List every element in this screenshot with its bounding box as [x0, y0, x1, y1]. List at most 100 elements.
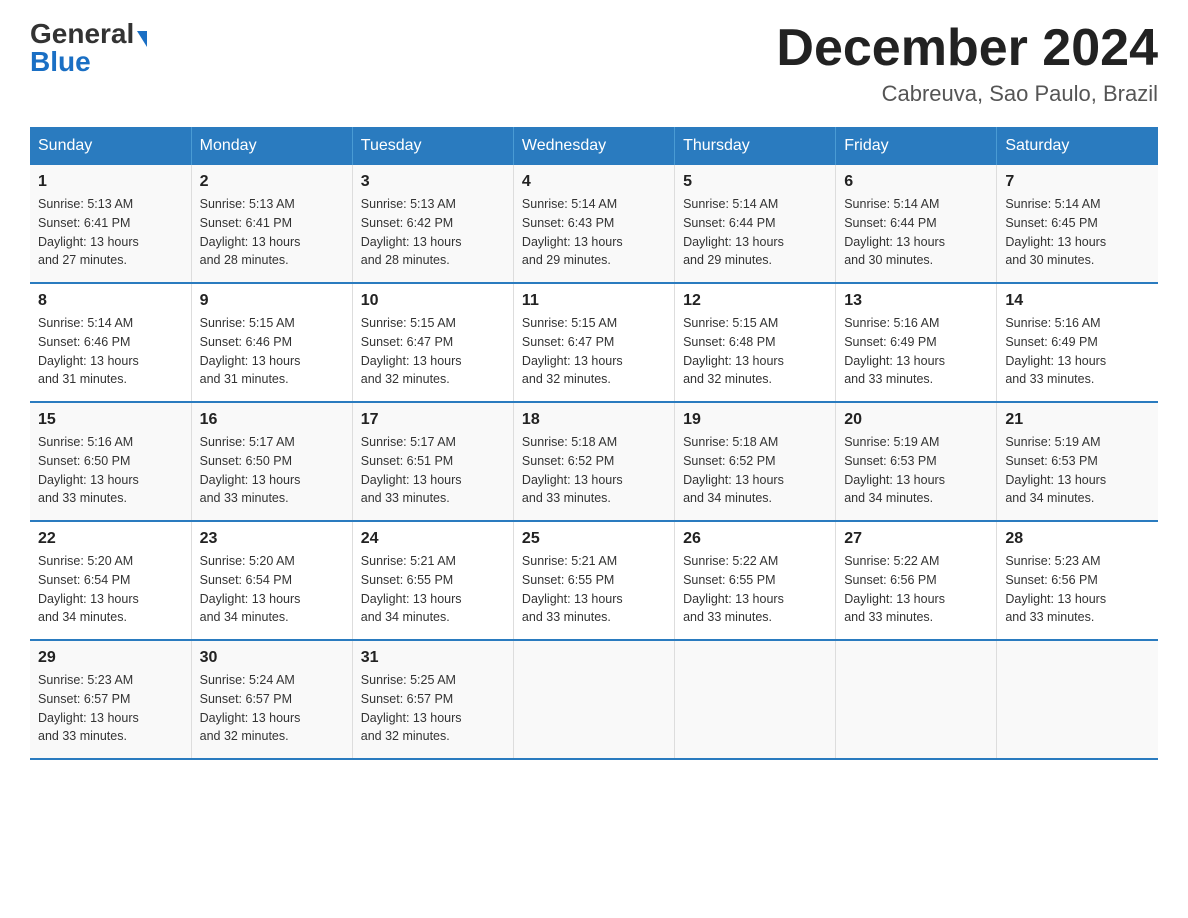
- header-saturday: Saturday: [997, 127, 1158, 165]
- calendar-week-row: 8 Sunrise: 5:14 AM Sunset: 6:46 PM Dayli…: [30, 283, 1158, 402]
- weekday-header-row: Sunday Monday Tuesday Wednesday Thursday…: [30, 127, 1158, 165]
- calendar-cell: 25 Sunrise: 5:21 AM Sunset: 6:55 PM Dayl…: [513, 521, 674, 640]
- day-info: Sunrise: 5:13 AM Sunset: 6:41 PM Dayligh…: [38, 195, 183, 270]
- logo-general-text: General: [30, 18, 134, 49]
- header-monday: Monday: [191, 127, 352, 165]
- day-info: Sunrise: 5:13 AM Sunset: 6:41 PM Dayligh…: [200, 195, 344, 270]
- calendar-cell: 9 Sunrise: 5:15 AM Sunset: 6:46 PM Dayli…: [191, 283, 352, 402]
- day-info: Sunrise: 5:20 AM Sunset: 6:54 PM Dayligh…: [38, 552, 183, 627]
- calendar-cell: 31 Sunrise: 5:25 AM Sunset: 6:57 PM Dayl…: [352, 640, 513, 759]
- logo-blue-text: Blue: [30, 46, 91, 77]
- header-tuesday: Tuesday: [352, 127, 513, 165]
- calendar-cell: 3 Sunrise: 5:13 AM Sunset: 6:42 PM Dayli…: [352, 165, 513, 283]
- day-number: 1: [38, 173, 183, 191]
- calendar-cell: 18 Sunrise: 5:18 AM Sunset: 6:52 PM Dayl…: [513, 402, 674, 521]
- logo: General Blue: [30, 20, 147, 76]
- day-number: 5: [683, 173, 827, 191]
- day-number: 12: [683, 292, 827, 310]
- calendar-cell: 10 Sunrise: 5:15 AM Sunset: 6:47 PM Dayl…: [352, 283, 513, 402]
- day-number: 16: [200, 411, 344, 429]
- day-info: Sunrise: 5:13 AM Sunset: 6:42 PM Dayligh…: [361, 195, 505, 270]
- day-number: 28: [1005, 530, 1150, 548]
- calendar-cell: [836, 640, 997, 759]
- day-info: Sunrise: 5:19 AM Sunset: 6:53 PM Dayligh…: [844, 433, 988, 508]
- day-number: 22: [38, 530, 183, 548]
- day-number: 31: [361, 649, 505, 667]
- calendar-week-row: 15 Sunrise: 5:16 AM Sunset: 6:50 PM Dayl…: [30, 402, 1158, 521]
- day-info: Sunrise: 5:15 AM Sunset: 6:48 PM Dayligh…: [683, 314, 827, 389]
- day-number: 24: [361, 530, 505, 548]
- day-number: 4: [522, 173, 666, 191]
- day-info: Sunrise: 5:16 AM Sunset: 6:49 PM Dayligh…: [1005, 314, 1150, 389]
- page-header: General Blue December 2024 Cabreuva, Sao…: [30, 20, 1158, 107]
- calendar-week-row: 1 Sunrise: 5:13 AM Sunset: 6:41 PM Dayli…: [30, 165, 1158, 283]
- day-info: Sunrise: 5:24 AM Sunset: 6:57 PM Dayligh…: [200, 671, 344, 746]
- calendar-cell: 5 Sunrise: 5:14 AM Sunset: 6:44 PM Dayli…: [675, 165, 836, 283]
- day-number: 11: [522, 292, 666, 310]
- day-info: Sunrise: 5:25 AM Sunset: 6:57 PM Dayligh…: [361, 671, 505, 746]
- day-info: Sunrise: 5:17 AM Sunset: 6:50 PM Dayligh…: [200, 433, 344, 508]
- day-number: 29: [38, 649, 183, 667]
- calendar-cell: 17 Sunrise: 5:17 AM Sunset: 6:51 PM Dayl…: [352, 402, 513, 521]
- header-friday: Friday: [836, 127, 997, 165]
- day-number: 23: [200, 530, 344, 548]
- calendar-cell: 28 Sunrise: 5:23 AM Sunset: 6:56 PM Dayl…: [997, 521, 1158, 640]
- day-info: Sunrise: 5:19 AM Sunset: 6:53 PM Dayligh…: [1005, 433, 1150, 508]
- title-area: December 2024 Cabreuva, Sao Paulo, Brazi…: [776, 20, 1158, 107]
- day-info: Sunrise: 5:23 AM Sunset: 6:57 PM Dayligh…: [38, 671, 183, 746]
- calendar-cell: 20 Sunrise: 5:19 AM Sunset: 6:53 PM Dayl…: [836, 402, 997, 521]
- header-wednesday: Wednesday: [513, 127, 674, 165]
- day-info: Sunrise: 5:15 AM Sunset: 6:46 PM Dayligh…: [200, 314, 344, 389]
- logo-line2: Blue: [30, 48, 91, 76]
- day-number: 9: [200, 292, 344, 310]
- calendar-cell: 13 Sunrise: 5:16 AM Sunset: 6:49 PM Dayl…: [836, 283, 997, 402]
- calendar-cell: 1 Sunrise: 5:13 AM Sunset: 6:41 PM Dayli…: [30, 165, 191, 283]
- day-info: Sunrise: 5:21 AM Sunset: 6:55 PM Dayligh…: [361, 552, 505, 627]
- day-number: 8: [38, 292, 183, 310]
- day-number: 26: [683, 530, 827, 548]
- day-info: Sunrise: 5:18 AM Sunset: 6:52 PM Dayligh…: [522, 433, 666, 508]
- day-number: 15: [38, 411, 183, 429]
- day-number: 21: [1005, 411, 1150, 429]
- calendar-cell: 19 Sunrise: 5:18 AM Sunset: 6:52 PM Dayl…: [675, 402, 836, 521]
- day-number: 30: [200, 649, 344, 667]
- day-info: Sunrise: 5:18 AM Sunset: 6:52 PM Dayligh…: [683, 433, 827, 508]
- day-info: Sunrise: 5:14 AM Sunset: 6:44 PM Dayligh…: [683, 195, 827, 270]
- logo-line1: General: [30, 20, 147, 48]
- calendar-cell: 12 Sunrise: 5:15 AM Sunset: 6:48 PM Dayl…: [675, 283, 836, 402]
- calendar-cell: 15 Sunrise: 5:16 AM Sunset: 6:50 PM Dayl…: [30, 402, 191, 521]
- day-number: 27: [844, 530, 988, 548]
- day-number: 2: [200, 173, 344, 191]
- calendar-cell: 26 Sunrise: 5:22 AM Sunset: 6:55 PM Dayl…: [675, 521, 836, 640]
- calendar-cell: 29 Sunrise: 5:23 AM Sunset: 6:57 PM Dayl…: [30, 640, 191, 759]
- day-number: 14: [1005, 292, 1150, 310]
- calendar-cell: 7 Sunrise: 5:14 AM Sunset: 6:45 PM Dayli…: [997, 165, 1158, 283]
- calendar-cell: 6 Sunrise: 5:14 AM Sunset: 6:44 PM Dayli…: [836, 165, 997, 283]
- day-number: 6: [844, 173, 988, 191]
- day-info: Sunrise: 5:21 AM Sunset: 6:55 PM Dayligh…: [522, 552, 666, 627]
- calendar-cell: 24 Sunrise: 5:21 AM Sunset: 6:55 PM Dayl…: [352, 521, 513, 640]
- day-info: Sunrise: 5:14 AM Sunset: 6:43 PM Dayligh…: [522, 195, 666, 270]
- day-info: Sunrise: 5:14 AM Sunset: 6:46 PM Dayligh…: [38, 314, 183, 389]
- calendar-cell: 4 Sunrise: 5:14 AM Sunset: 6:43 PM Dayli…: [513, 165, 674, 283]
- calendar-cell: 2 Sunrise: 5:13 AM Sunset: 6:41 PM Dayli…: [191, 165, 352, 283]
- day-info: Sunrise: 5:15 AM Sunset: 6:47 PM Dayligh…: [361, 314, 505, 389]
- logo-triangle-icon: [137, 31, 147, 47]
- day-info: Sunrise: 5:16 AM Sunset: 6:49 PM Dayligh…: [844, 314, 988, 389]
- day-number: 18: [522, 411, 666, 429]
- calendar-body: 1 Sunrise: 5:13 AM Sunset: 6:41 PM Dayli…: [30, 165, 1158, 759]
- calendar-cell: 22 Sunrise: 5:20 AM Sunset: 6:54 PM Dayl…: [30, 521, 191, 640]
- day-info: Sunrise: 5:22 AM Sunset: 6:55 PM Dayligh…: [683, 552, 827, 627]
- calendar-cell: 21 Sunrise: 5:19 AM Sunset: 6:53 PM Dayl…: [997, 402, 1158, 521]
- header-sunday: Sunday: [30, 127, 191, 165]
- day-info: Sunrise: 5:14 AM Sunset: 6:45 PM Dayligh…: [1005, 195, 1150, 270]
- day-number: 17: [361, 411, 505, 429]
- calendar-week-row: 29 Sunrise: 5:23 AM Sunset: 6:57 PM Dayl…: [30, 640, 1158, 759]
- calendar-cell: [997, 640, 1158, 759]
- day-number: 3: [361, 173, 505, 191]
- day-number: 20: [844, 411, 988, 429]
- day-info: Sunrise: 5:20 AM Sunset: 6:54 PM Dayligh…: [200, 552, 344, 627]
- calendar-cell: 8 Sunrise: 5:14 AM Sunset: 6:46 PM Dayli…: [30, 283, 191, 402]
- day-info: Sunrise: 5:22 AM Sunset: 6:56 PM Dayligh…: [844, 552, 988, 627]
- calendar-cell: 11 Sunrise: 5:15 AM Sunset: 6:47 PM Dayl…: [513, 283, 674, 402]
